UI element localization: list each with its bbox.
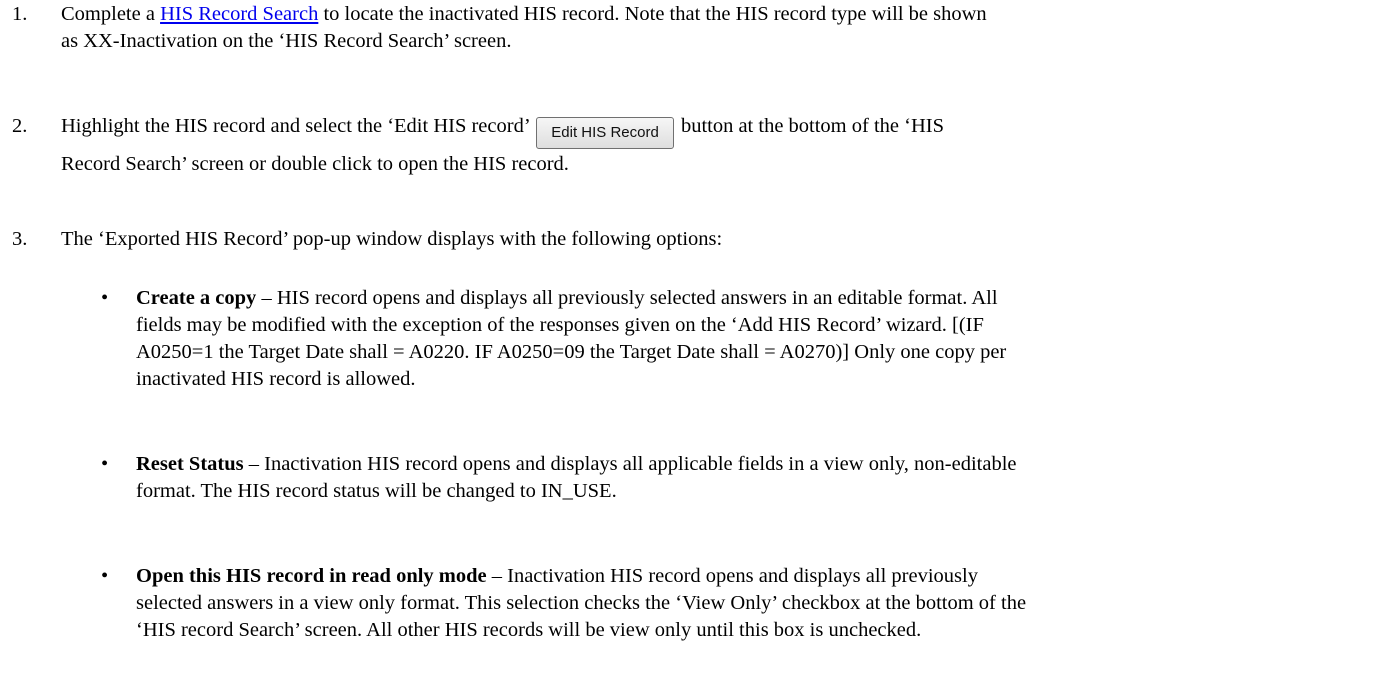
option-line: fields may be modified with the exceptio… bbox=[136, 314, 984, 336]
option-title: Create a copy bbox=[136, 287, 257, 309]
option-line: Open this HIS record in read only mode –… bbox=[136, 563, 1026, 590]
option-text: Create a copy – HIS record opens and dis… bbox=[136, 285, 1006, 393]
step-text: The ‘Exported HIS Record’ pop-up window … bbox=[61, 226, 1390, 253]
bullet-icon: • bbox=[101, 287, 109, 309]
step-text-before: Highlight the HIS record and select the … bbox=[61, 115, 530, 137]
option-line: inactivated HIS record is allowed. bbox=[136, 368, 416, 390]
step-line: Record Search’ screen or double click to… bbox=[61, 153, 569, 175]
option-line: Reset Status – Inactivation HIS record o… bbox=[136, 451, 1017, 478]
step-text-rest: to locate the inactivated HIS record. No… bbox=[318, 3, 987, 25]
step-line: Complete a HIS Record Search to locate t… bbox=[61, 1, 1390, 28]
option-title: Open this HIS record in read only mode bbox=[136, 565, 487, 587]
bullet-icon: • bbox=[101, 565, 109, 587]
option-line: Create a copy – HIS record opens and dis… bbox=[136, 285, 1006, 312]
step-number: 2. bbox=[12, 115, 28, 137]
edit-his-record-button[interactable]: Edit HIS Record bbox=[536, 117, 674, 149]
option-line: selected answers in a view only format. … bbox=[136, 592, 1027, 614]
option-line: ‘HIS record Search’ screen. All other HI… bbox=[136, 619, 922, 641]
his-record-search-link[interactable]: HIS Record Search bbox=[160, 3, 318, 25]
step-text-prefix: Complete a bbox=[61, 3, 161, 25]
step-line: as XX-Inactivation on the ‘HIS Record Se… bbox=[61, 30, 512, 52]
step-text: Complete a HIS Record Search to locate t… bbox=[61, 1, 1390, 55]
option-text: Reset Status – Inactivation HIS record o… bbox=[136, 451, 1017, 505]
option-line-text: – HIS record opens and displays all prev… bbox=[256, 287, 998, 309]
option-line-text: – Inactivation HIS record opens and disp… bbox=[243, 453, 1017, 475]
bullet-icon: • bbox=[101, 453, 109, 475]
step-number: 3. bbox=[12, 228, 28, 250]
step-line: The ‘Exported HIS Record’ pop-up window … bbox=[61, 228, 723, 250]
option-title: Reset Status bbox=[136, 453, 244, 475]
option-line-text: – Inactivation HIS record opens and disp… bbox=[486, 565, 978, 587]
step-text: Highlight the HIS record and select the … bbox=[61, 113, 1390, 178]
step-line: Highlight the HIS record and select the … bbox=[61, 113, 1390, 149]
step-text-after: button at the bottom of the ‘HIS bbox=[680, 115, 944, 137]
option-line: format. The HIS record status will be ch… bbox=[136, 480, 617, 502]
option-text: Open this HIS record in read only mode –… bbox=[136, 563, 1026, 644]
option-line: A0250=1 the Target Date shall = A0220. I… bbox=[136, 341, 1007, 363]
step-number: 1. bbox=[12, 3, 28, 25]
